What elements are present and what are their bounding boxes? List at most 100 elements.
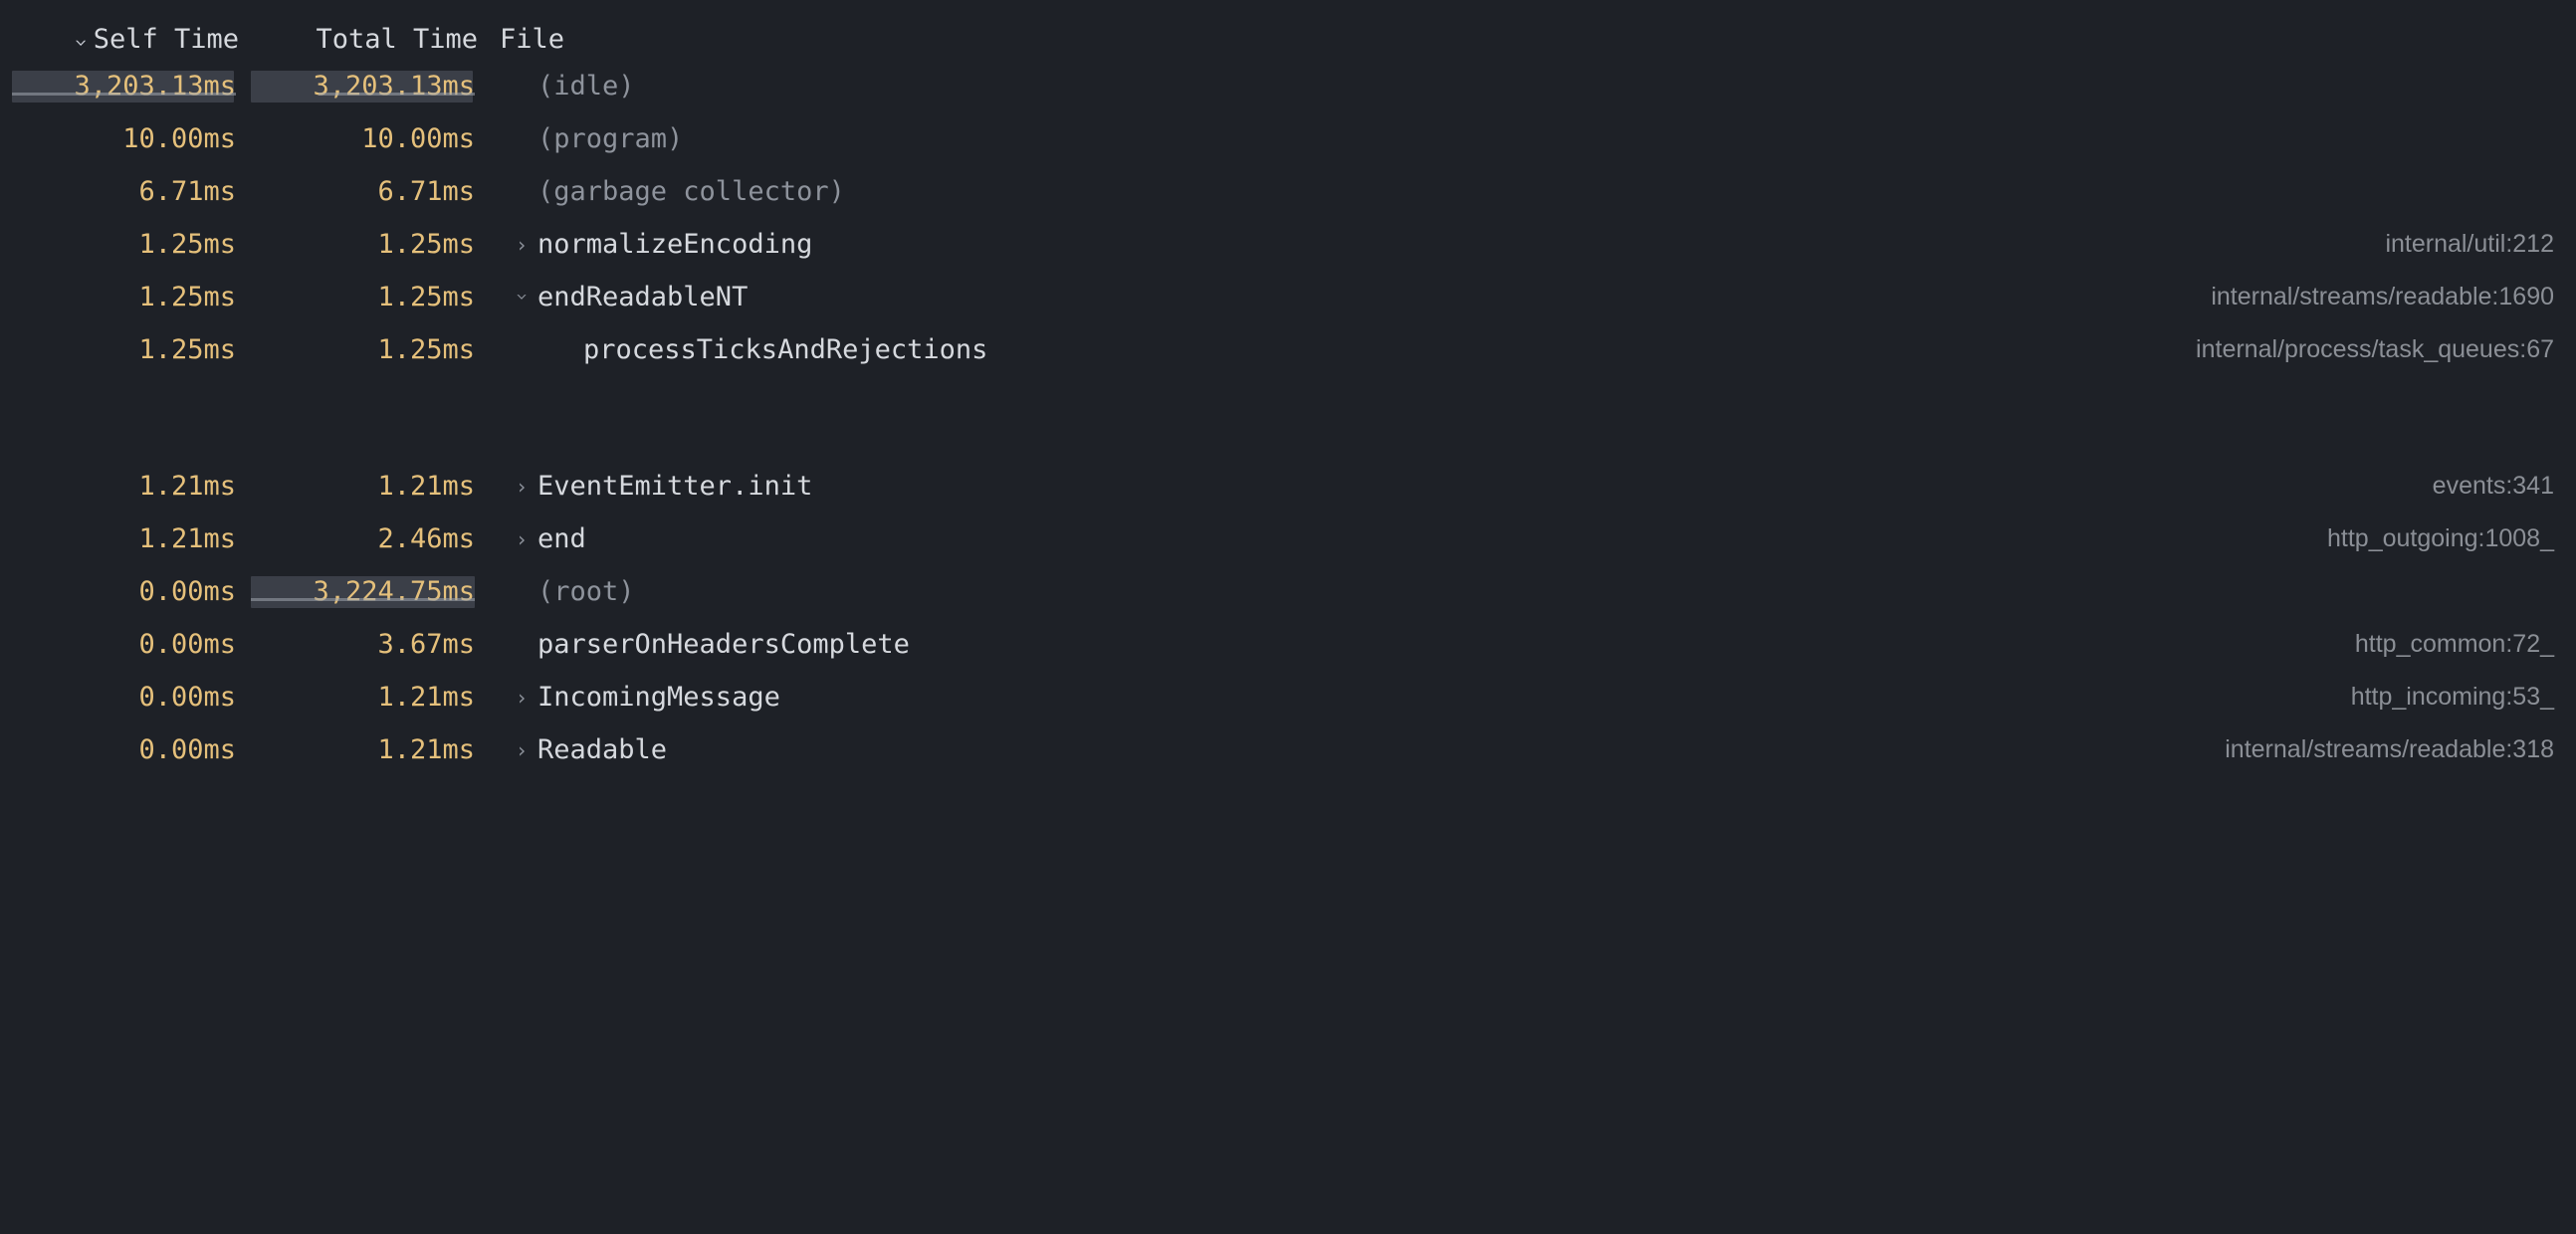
column-header-total-time[interactable]: Total Time xyxy=(239,24,478,55)
total-time-value: 1.25ms xyxy=(377,334,478,365)
cell-file-location[interactable]: events:341 xyxy=(2433,472,2576,501)
table-row[interactable]: 0.00ms 3,224.75ms›(root) xyxy=(0,565,2576,618)
total-time-value: 1.21ms xyxy=(377,471,478,502)
cell-function: ⌄endReadableNT xyxy=(478,282,748,312)
function-name: IncomingMessage xyxy=(537,682,780,713)
cell-file-location[interactable]: internal/streams/readable:1690 xyxy=(2211,283,2576,311)
chevron-right-icon[interactable]: › xyxy=(492,475,537,499)
cell-file-location[interactable]: internal/streams/readable:318 xyxy=(2225,735,2576,764)
profiler-table: ⌄Self Time Total Time File 3,203.13ms3,2… xyxy=(0,0,2576,776)
table-row[interactable]: 6.71ms6.71ms›(garbage collector) xyxy=(0,165,2576,218)
total-time-value: 2.46ms xyxy=(377,523,478,554)
table-row[interactable]: 1.25ms1.25ms⌄endReadableNTinternal/strea… xyxy=(0,271,2576,323)
chevron-right-icon[interactable]: › xyxy=(492,233,537,257)
function-name: parserOnHeadersComplete xyxy=(537,629,910,660)
total-time-value: 6.71ms xyxy=(377,176,478,207)
cell-total-time: 1.21ms xyxy=(239,682,478,713)
cell-function: ›normalizeEncoding xyxy=(478,229,812,260)
cell-self-time: 1.25ms xyxy=(0,229,239,260)
function-name: (idle) xyxy=(537,71,635,102)
bar-underline xyxy=(251,598,475,601)
cell-self-time: 1.25ms xyxy=(0,282,239,312)
self-time-value: 1.25ms xyxy=(138,334,239,365)
total-time-value: 10.00ms xyxy=(361,123,478,154)
cell-self-time: 1.21ms xyxy=(0,471,239,502)
cell-total-time: 3,203.13ms xyxy=(239,71,478,102)
cell-function: ›(program) xyxy=(478,123,683,154)
self-time-value: 0.00ms xyxy=(138,682,239,713)
function-name: (program) xyxy=(537,123,683,154)
table-body: 3,203.13ms3,203.13ms›(idle)10.00ms10.00m… xyxy=(0,60,2576,776)
table-row[interactable]: 3,203.13ms3,203.13ms›(idle) xyxy=(0,60,2576,112)
column-header-label: File xyxy=(500,24,564,55)
total-time-value: 3,224.75ms xyxy=(313,576,478,607)
cell-file-location[interactable]: http_outgoing:1008_ xyxy=(2327,524,2576,553)
total-time-value: 3.67ms xyxy=(377,629,478,660)
function-name: (root) xyxy=(537,576,635,607)
function-name: end xyxy=(537,523,586,554)
table-row[interactable]: 1.21ms1.21ms›EventEmitter.initevents:341 xyxy=(0,460,2576,513)
self-time-value: 1.25ms xyxy=(138,229,239,260)
self-time-value: 1.25ms xyxy=(138,282,239,312)
cell-file-location[interactable]: http_common:72_ xyxy=(2355,630,2576,659)
chevron-right-icon[interactable]: › xyxy=(492,527,537,551)
column-header-label: Total Time xyxy=(316,24,478,55)
self-time-value: 0.00ms xyxy=(138,629,239,660)
self-time-value: 3,203.13ms xyxy=(74,71,239,102)
cell-total-time: 1.21ms xyxy=(239,734,478,765)
cell-total-time: 3.67ms xyxy=(239,629,478,660)
cell-self-time: 0.00ms xyxy=(0,629,239,660)
cell-self-time: 0.00ms xyxy=(0,734,239,765)
column-header-file[interactable]: File xyxy=(478,24,564,55)
cell-total-time: 6.71ms xyxy=(239,176,478,207)
function-name: endReadableNT xyxy=(537,282,748,312)
cell-self-time: 10.00ms xyxy=(0,123,239,154)
bar-underline xyxy=(319,93,475,96)
self-time-value: 10.00ms xyxy=(122,123,239,154)
function-name: EventEmitter.init xyxy=(537,471,812,502)
cell-self-time: 0.00ms xyxy=(0,682,239,713)
table-row[interactable]: 1.25ms1.25ms›processTicksAndRejectionsin… xyxy=(0,323,2576,376)
cell-file-location[interactable]: http_incoming:53_ xyxy=(2351,683,2576,712)
cell-self-time: 6.71ms xyxy=(0,176,239,207)
cell-function: ›(root) xyxy=(478,576,635,607)
function-name: normalizeEncoding xyxy=(537,229,812,260)
cell-function: ›(garbage collector) xyxy=(478,176,845,207)
chevron-right-icon[interactable]: › xyxy=(492,686,537,710)
total-time-value: 1.25ms xyxy=(377,282,478,312)
table-row[interactable]: 1.25ms1.25ms›normalizeEncodinginternal/u… xyxy=(0,218,2576,271)
cell-function: ›(idle) xyxy=(478,71,635,102)
total-time-value: 3,203.13ms xyxy=(313,71,478,102)
cell-function: ›EventEmitter.init xyxy=(478,471,812,502)
cell-total-time: 10.00ms xyxy=(239,123,478,154)
cell-self-time: 0.00ms xyxy=(0,576,239,607)
cell-total-time: 1.21ms xyxy=(239,471,478,502)
cell-function: ›IncomingMessage xyxy=(478,682,780,713)
chevron-right-icon[interactable]: › xyxy=(492,738,537,762)
cell-total-time: 2.46ms xyxy=(239,523,478,554)
table-row[interactable]: 10.00ms10.00ms›(program) xyxy=(0,112,2576,165)
cell-function: ›Readable xyxy=(478,734,667,765)
column-header-self-time[interactable]: ⌄Self Time xyxy=(0,24,239,55)
chevron-down-icon[interactable]: ⌄ xyxy=(492,284,537,301)
self-time-value: 6.71ms xyxy=(138,176,239,207)
table-row[interactable]: 0.00ms1.21ms›IncomingMessagehttp_incomin… xyxy=(0,671,2576,723)
total-time-value: 1.25ms xyxy=(377,229,478,260)
function-name: processTicksAndRejections xyxy=(583,334,987,365)
total-time-value: 1.21ms xyxy=(377,682,478,713)
cell-file-location[interactable]: internal/util:212 xyxy=(2385,230,2576,259)
cell-self-time: 1.21ms xyxy=(0,523,239,554)
column-header-label: Self Time xyxy=(94,24,239,55)
cell-function: ›end xyxy=(478,523,586,554)
self-time-value: 1.21ms xyxy=(138,471,239,502)
cell-function: ›parserOnHeadersComplete xyxy=(478,629,910,660)
table-header-row: ⌄Self Time Total Time File xyxy=(0,0,2576,60)
cell-total-time: 1.25ms xyxy=(239,334,478,365)
table-row[interactable]: 1.21ms2.46ms›endhttp_outgoing:1008_ xyxy=(0,513,2576,565)
cell-total-time: 1.25ms xyxy=(239,282,478,312)
cell-self-time: 3,203.13ms xyxy=(0,71,239,102)
table-row[interactable]: 0.00ms 3.67ms›parserOnHeadersComplete http… xyxy=(0,618,2576,671)
table-row[interactable]: 0.00ms1.21ms›Readable internal/streams/re… xyxy=(0,723,2576,776)
self-time-value: 0.00ms xyxy=(138,734,239,765)
cell-file-location[interactable]: internal/process/task_queues:67 xyxy=(2196,335,2576,364)
